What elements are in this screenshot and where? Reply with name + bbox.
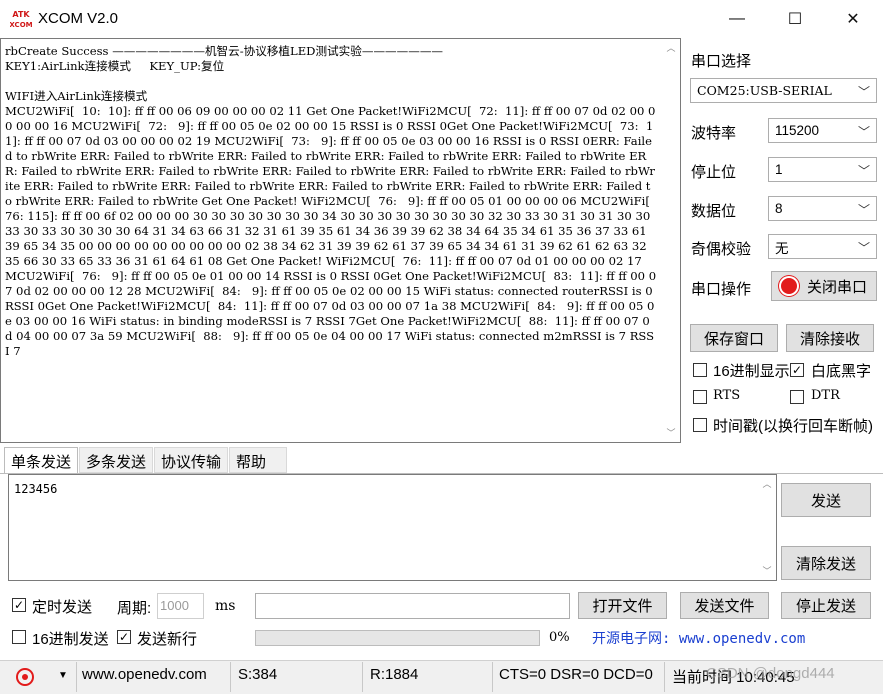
tab-protocol[interactable]: 协议传输: [154, 447, 228, 473]
white-black-checkbox[interactable]: ✓: [790, 363, 804, 377]
data-bits-value: 8: [775, 201, 783, 216]
close-port-label: 关闭串口: [806, 278, 867, 296]
openedv-ad-link[interactable]: 开源电子网: www.openedv.com: [576, 624, 876, 650]
send-file-button[interactable]: 发送文件: [680, 592, 769, 619]
status-divider: [492, 662, 493, 692]
chevron-down-icon: ﹀: [857, 241, 870, 255]
scroll-up-icon[interactable]: ︿: [665, 43, 677, 53]
clear-receive-label: 清除接收: [799, 330, 860, 348]
maximize-button[interactable]: ☐: [766, 0, 824, 38]
logo-bottom-text: XCOM: [10, 21, 32, 29]
stop-bits-label: 停止位: [691, 164, 737, 181]
record-icon[interactable]: [16, 668, 34, 686]
send-text: 123456: [14, 482, 58, 496]
rts-checkbox[interactable]: [693, 390, 707, 404]
port-value: COM25:USB-SERIAL: [697, 83, 832, 98]
send-scrollbar[interactable]: ︿ ﹀: [758, 475, 776, 580]
port-label: 串口选择: [691, 53, 752, 70]
port-status-icon: [780, 278, 797, 294]
save-window-button[interactable]: 保存窗口: [690, 324, 778, 352]
clear-send-label: 清除发送: [795, 555, 856, 573]
stop-bits-value: 1: [775, 162, 783, 177]
receive-scrollbar[interactable]: ︿ ﹀: [662, 39, 680, 442]
hex-send-label: 16进制发送: [32, 631, 109, 648]
minimize-icon: —: [729, 10, 745, 27]
status-sent-count: S:384: [238, 666, 278, 683]
hex-display-checkbox[interactable]: [693, 363, 707, 377]
status-url[interactable]: www.openedv.com: [82, 666, 207, 683]
stop-send-label: 停止发送: [795, 598, 856, 615]
period-unit: ms: [215, 598, 236, 614]
period-label: 周期:: [117, 600, 152, 617]
chevron-down-icon: ﹀: [857, 203, 870, 217]
timed-send-label: 定时发送: [32, 599, 93, 616]
timestamp-checkbox[interactable]: [693, 418, 707, 432]
hex-send-checkbox[interactable]: [12, 630, 26, 644]
tab-help[interactable]: 帮助: [229, 447, 287, 473]
dtr-label: DTR: [811, 388, 840, 403]
parity-label: 奇偶校验: [691, 241, 752, 258]
clear-receive-button[interactable]: 清除接收: [786, 324, 874, 352]
receive-textarea[interactable]: rbCreate Success ————————机智云-协议移植LED测试实验…: [0, 38, 681, 443]
hex-display-label: 16进制显示: [713, 363, 790, 380]
scroll-down-icon[interactable]: ﹀: [761, 566, 773, 576]
chevron-down-icon: ﹀: [857, 85, 870, 99]
status-received-count: R:1884: [370, 666, 419, 683]
scroll-down-icon[interactable]: ﹀: [665, 428, 677, 438]
close-port-button[interactable]: 关闭串口: [771, 271, 877, 301]
send-newline-label: 发送新行: [137, 631, 198, 648]
logo-top-text: ATK: [12, 10, 30, 19]
send-file-label: 发送文件: [694, 598, 755, 615]
port-select[interactable]: COM25:USB-SERIAL ﹀: [690, 78, 877, 103]
send-textarea[interactable]: 123456 ︿ ﹀: [8, 474, 777, 581]
status-divider: [76, 662, 77, 692]
progress-percent: 0%: [549, 630, 570, 645]
send-label: 发送: [810, 492, 841, 510]
port-op-label: 串口操作: [691, 281, 752, 298]
baud-value: 115200: [775, 123, 820, 138]
clear-send-button[interactable]: 清除发送: [781, 546, 871, 580]
data-bits-select[interactable]: 8 ﹀: [768, 196, 877, 221]
minimize-button[interactable]: —: [708, 0, 766, 38]
status-divider: [362, 662, 363, 692]
status-divider: [664, 662, 665, 692]
timed-send-checkbox[interactable]: ✓: [12, 598, 26, 612]
csdn-watermark: CSDN @dongd444: [706, 665, 835, 682]
parity-select[interactable]: 无 ﹀: [768, 234, 877, 259]
stop-bits-select[interactable]: 1 ﹀: [768, 157, 877, 182]
dropdown-arrow-icon[interactable]: ▼: [58, 670, 68, 681]
period-input[interactable]: 1000: [157, 593, 204, 619]
tab-single-send[interactable]: 单条发送: [4, 447, 78, 473]
rts-label: RTS: [713, 388, 741, 403]
data-bits-label: 数据位: [691, 203, 737, 220]
baud-label: 波特率: [691, 125, 737, 142]
scroll-up-icon[interactable]: ︿: [761, 479, 773, 489]
stop-send-button[interactable]: 停止发送: [781, 592, 871, 619]
dtr-checkbox[interactable]: [790, 390, 804, 404]
chevron-down-icon: ﹀: [857, 125, 870, 139]
send-progress-bar: [255, 630, 540, 646]
open-file-button[interactable]: 打开文件: [578, 592, 667, 619]
tab-multi-send[interactable]: 多条发送: [79, 447, 153, 473]
parity-value: 无: [775, 240, 789, 256]
status-divider: [230, 662, 231, 692]
white-black-label: 白底黑字: [811, 363, 872, 380]
open-file-label: 打开文件: [592, 598, 653, 615]
close-icon: ✕: [846, 11, 860, 28]
chevron-down-icon: ﹀: [857, 164, 870, 178]
close-button[interactable]: ✕: [824, 0, 882, 38]
receive-text: rbCreate Success ————————机智云-协议移植LED测试实验…: [5, 44, 657, 358]
xcom-logo-icon: ATK XCOM: [9, 8, 33, 30]
window-title: XCOM V2.0: [38, 10, 119, 27]
timestamp-label: 时间戳(以换行回车断帧): [713, 418, 873, 435]
baud-select[interactable]: 115200 ﹀: [768, 118, 877, 143]
send-newline-checkbox[interactable]: ✓: [117, 630, 131, 644]
maximize-icon: ☐: [787, 11, 803, 28]
status-lines: CTS=0 DSR=0 DCD=0: [499, 666, 653, 683]
file-path-input[interactable]: [255, 593, 570, 619]
send-button[interactable]: 发送: [781, 483, 871, 517]
save-window-label: 保存窗口: [703, 330, 764, 348]
